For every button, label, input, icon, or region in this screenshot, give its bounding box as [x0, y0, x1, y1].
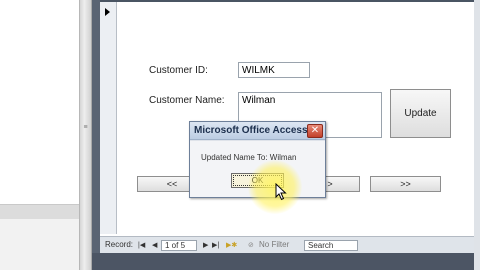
- previous-record-icon[interactable]: ◀: [152, 241, 157, 250]
- current-record-arrow-icon: [105, 8, 110, 16]
- nav-pane-group-band[interactable]: [0, 205, 79, 219]
- filter-icon[interactable]: ⊘: [248, 241, 254, 250]
- last-record-button[interactable]: >>: [370, 176, 441, 192]
- next-record-icon[interactable]: ▶: [203, 241, 208, 250]
- form-frame-bottom: [92, 253, 480, 270]
- record-selector[interactable]: [100, 2, 117, 234]
- update-button[interactable]: Update: [390, 89, 451, 138]
- customer-id-field[interactable]: WILMK: [238, 62, 310, 78]
- customer-name-label: Customer Name:: [149, 95, 225, 106]
- nav-pane-lower-area: [0, 219, 79, 270]
- splitter-grip-icon: ≡: [83, 124, 88, 131]
- new-record-icon[interactable]: ▶✱: [226, 241, 237, 250]
- close-icon[interactable]: ✕: [307, 124, 323, 138]
- first-record-icon[interactable]: |◀: [138, 241, 145, 250]
- record-label: Record:: [105, 240, 134, 249]
- mouse-pointer-icon: [275, 183, 287, 201]
- form-frame-right: [474, 0, 480, 270]
- customer-id-label: Customer ID:: [149, 65, 208, 76]
- form-frame-left: [92, 0, 100, 270]
- last-record-icon[interactable]: ▶|: [212, 241, 219, 250]
- current-record-box[interactable]: 1 of 5: [161, 240, 197, 251]
- dialog-title: Microsoft Office Access: [194, 125, 308, 136]
- record-navigation-bar: Record: |◀ ◀ 1 of 5 ▶ ▶| ▶✱ ⊘ No Filter …: [100, 236, 474, 253]
- search-box[interactable]: Search: [304, 240, 358, 251]
- dialog-titlebar[interactable]: Microsoft Office Access ✕: [190, 122, 325, 140]
- no-filter-label[interactable]: No Filter: [259, 240, 289, 249]
- pane-splitter[interactable]: ≡: [79, 0, 92, 270]
